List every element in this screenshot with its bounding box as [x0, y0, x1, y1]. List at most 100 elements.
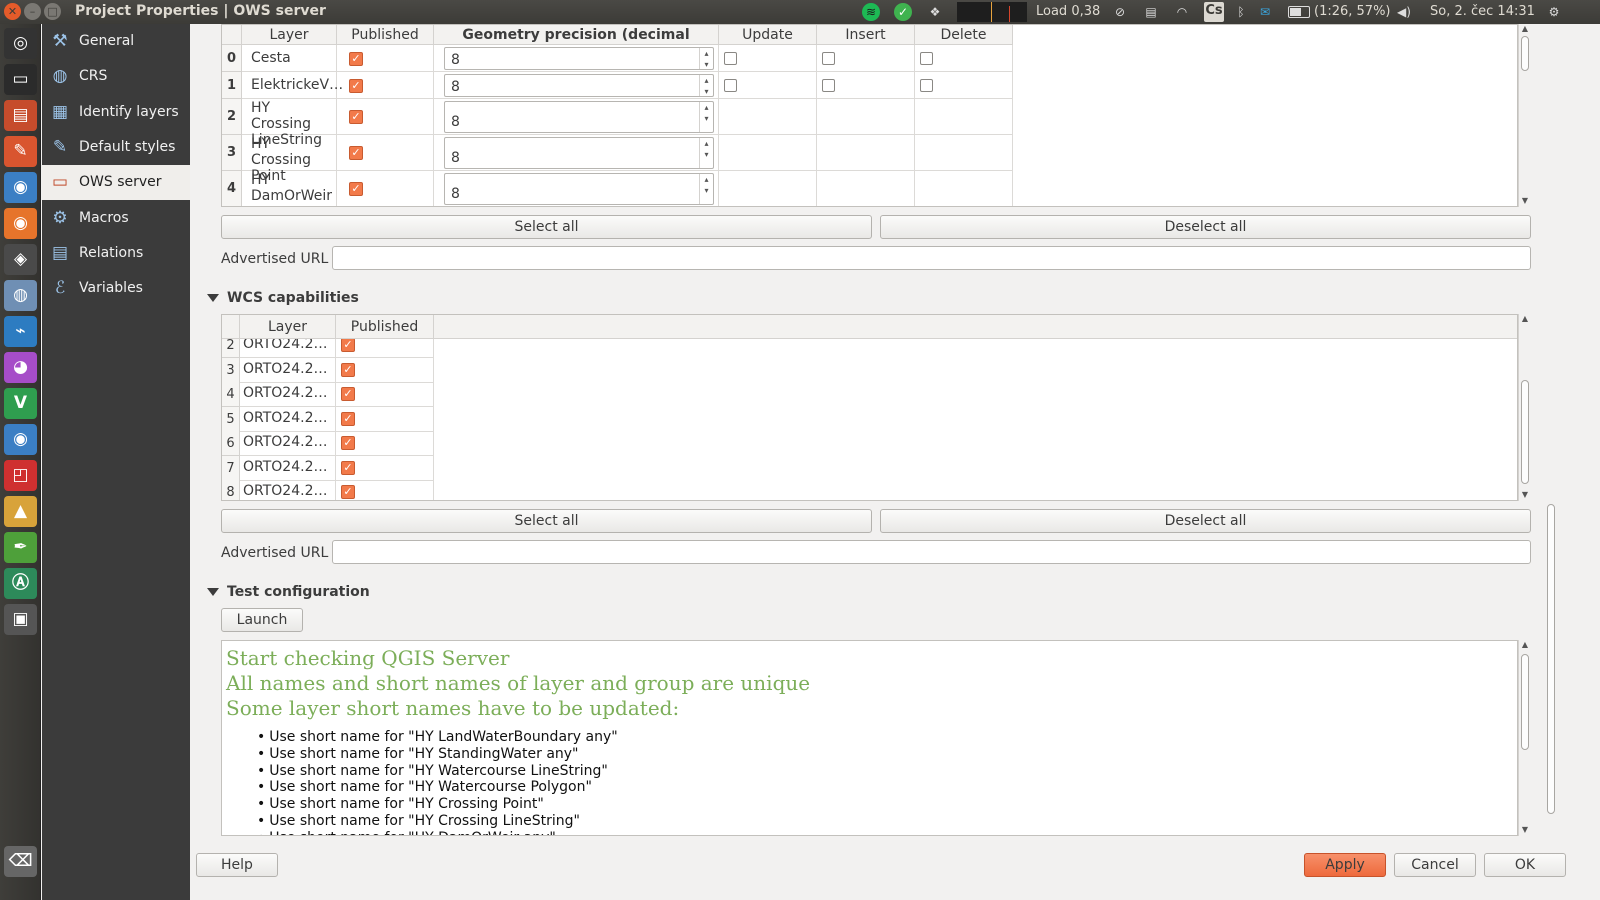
session-gear-icon[interactable]: ⚙ [1545, 3, 1563, 21]
published-checkbox[interactable]: ✓ [349, 110, 363, 124]
launcher-settings-icon[interactable]: ✎ [4, 136, 37, 167]
sidebar-item-relations[interactable]: ▤ Relations [42, 236, 190, 271]
keyboard-layout-indicator[interactable]: Cs [1204, 2, 1224, 22]
sidebar-item-default-styles[interactable]: ✎ Default styles [42, 130, 190, 165]
wfs-column-header[interactable]: Layer [242, 25, 337, 45]
help-button[interactable]: Help [196, 853, 278, 877]
volume-icon[interactable]: ◀) [1395, 3, 1413, 21]
wcs-select-all-button[interactable]: Select all [221, 509, 872, 533]
wcs-section-header[interactable]: WCS capabilities [207, 290, 359, 306]
wfs-select-all-button[interactable]: Select all [221, 215, 872, 239]
test-log-scrollbar[interactable]: ▲ ▼ [1518, 640, 1530, 836]
sidebar-item-general[interactable]: ⚒ General [42, 24, 190, 59]
close-window-button[interactable]: ✕ [4, 3, 21, 20]
wfs-column-header[interactable]: Update [719, 25, 817, 45]
launcher-network-icon[interactable]: ◍ [4, 280, 37, 311]
ubuntu-one-icon[interactable]: ⊘ [1111, 3, 1129, 21]
bluetooth-icon[interactable]: ᛒ [1232, 3, 1250, 21]
sync-ok-icon[interactable]: ✓ [894, 3, 912, 21]
published-cell: ✓ [336, 382, 434, 407]
relations-icon: ▤ [51, 242, 69, 263]
wfs-column-header[interactable]: Geometry precision (decimal places) [434, 25, 719, 63]
wcs-column-header[interactable]: Published [336, 315, 434, 339]
battery-icon[interactable] [1288, 6, 1310, 18]
precision-spinbox[interactable]: 8 ▴ ▾ [444, 74, 714, 97]
published-checkbox[interactable]: ✓ [349, 51, 363, 66]
launcher-pidgin-icon[interactable]: ◕ [4, 352, 37, 383]
precision-spinbox[interactable]: 8 ▴ ▾ [444, 137, 714, 169]
wfs-column-header[interactable]: Insert [817, 25, 915, 45]
log-list-item: Use short name for "HY Watercourse Polyg… [257, 779, 592, 795]
launcher-gimp-icon[interactable]: ◈ [4, 244, 37, 275]
published-checkbox[interactable]: ✓ [341, 460, 355, 475]
spotify-icon[interactable]: ≋ [862, 3, 880, 21]
sidebar-item-ows-server[interactable]: ▭ OWS server [42, 165, 190, 201]
delete-checkbox[interactable] [920, 51, 933, 65]
launcher-files-icon[interactable]: ▤ [4, 100, 37, 131]
spin-arrows-icon[interactable]: ▴ ▾ [699, 48, 713, 69]
spin-arrows-icon[interactable]: ▴ ▾ [699, 75, 713, 96]
launcher-evince-icon[interactable]: ◰ [4, 460, 37, 491]
launcher-firefox-icon[interactable]: ◉ [4, 208, 37, 239]
ok-button[interactable]: OK [1484, 853, 1566, 877]
dropbox-icon[interactable]: ❖ [926, 3, 944, 21]
insert-checkbox[interactable] [822, 78, 835, 92]
wcs-table-scrollbar[interactable]: ▲ ▼ [1518, 314, 1530, 501]
mail-icon[interactable]: ✉ [1256, 3, 1274, 21]
wfs-column-header[interactable]: Published [337, 25, 434, 45]
sidebar-item-crs[interactable]: ◍ CRS [42, 59, 190, 94]
published-checkbox[interactable]: ✓ [341, 387, 355, 401]
published-checkbox[interactable]: ✓ [341, 485, 355, 499]
sidebar-item-identify-layers[interactable]: ▦ Identify layers [42, 95, 190, 130]
launcher-terminal-icon[interactable]: ▭ [4, 64, 37, 95]
wfs-deselect-all-button[interactable]: Deselect all [880, 215, 1531, 239]
published-checkbox[interactable]: ✓ [341, 362, 355, 377]
precision-spinbox[interactable]: 8 ▴ ▾ [444, 47, 714, 70]
wfs-table-scrollbar[interactable]: ▲ ▼ [1518, 24, 1530, 207]
page-scrollbar[interactable] [1545, 24, 1557, 836]
wifi-icon[interactable]: ◠ [1173, 3, 1191, 21]
precision-spinbox[interactable]: 8 ▴ ▾ [444, 173, 714, 205]
published-checkbox[interactable]: ✓ [341, 338, 355, 352]
wfs-advertised-url-input[interactable] [332, 246, 1531, 270]
wfs-column-header[interactable]: Delete [915, 25, 1013, 45]
launch-button[interactable]: Launch [221, 608, 303, 632]
launcher-workspaces-icon[interactable]: ▣ [4, 604, 37, 635]
wcs-column-header[interactable]: Layer [240, 315, 336, 339]
maximize-window-button[interactable]: □ [44, 3, 61, 20]
launcher-trash-icon[interactable]: ⌫ [4, 846, 37, 877]
update-checkbox[interactable] [724, 51, 737, 65]
clipboard-icon[interactable]: ▤ [1142, 3, 1160, 21]
precision-cell: 8 ▴ ▾ [434, 72, 719, 99]
launcher-chrome-icon[interactable]: ◉ [4, 424, 37, 455]
apply-button[interactable]: Apply [1304, 853, 1386, 877]
launcher-updates-icon[interactable]: Ⓐ [4, 568, 37, 599]
spin-arrows-icon[interactable]: ▴ ▾ [699, 138, 713, 168]
minimize-window-button[interactable]: – [24, 3, 41, 20]
clock[interactable]: So, 2. čec 14:31 [1430, 3, 1535, 21]
cancel-button[interactable]: Cancel [1394, 853, 1476, 877]
spin-arrows-icon[interactable]: ▴ ▾ [699, 102, 713, 132]
test-section-header[interactable]: Test configuration [207, 584, 370, 600]
launcher-vlc-icon[interactable]: ▲ [4, 496, 37, 527]
launcher-monitor-icon[interactable]: ⌁ [4, 316, 37, 347]
precision-spinbox[interactable]: 8 ▴ ▾ [444, 101, 714, 133]
delete-checkbox[interactable] [920, 78, 933, 92]
sidebar-item-variables[interactable]: ℰ Variables [42, 271, 190, 306]
wcs-advertised-url-input[interactable] [332, 540, 1531, 564]
update-checkbox[interactable] [724, 78, 737, 92]
launcher-inkscape-icon[interactable]: ✒ [4, 532, 37, 563]
launcher-dash-icon[interactable]: ◎ [4, 28, 37, 59]
wcs-deselect-all-button[interactable]: Deselect all [880, 509, 1531, 533]
published-checkbox[interactable]: ✓ [349, 182, 363, 196]
published-checkbox[interactable]: ✓ [349, 146, 363, 160]
launcher-vim-icon[interactable]: V [4, 388, 37, 419]
launcher-chromium-icon[interactable]: ◉ [4, 172, 37, 203]
published-checkbox[interactable]: ✓ [349, 78, 363, 93]
log-list-item: Use short name for "HY Watercourse LineS… [257, 763, 608, 779]
insert-checkbox[interactable] [822, 51, 835, 65]
published-checkbox[interactable]: ✓ [341, 411, 355, 426]
sidebar-item-macros[interactable]: ⚙ Macros [42, 201, 190, 236]
spin-arrows-icon[interactable]: ▴ ▾ [699, 174, 713, 204]
published-checkbox[interactable]: ✓ [341, 436, 355, 450]
